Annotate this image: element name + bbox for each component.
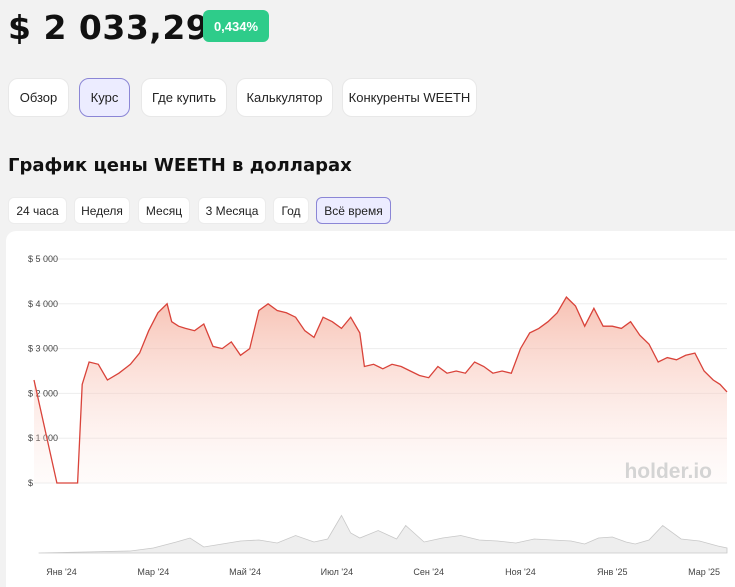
period-all-time[interactable]: Всё время: [316, 197, 391, 224]
tab-overview[interactable]: Обзор: [8, 78, 69, 117]
chart-card: [6, 231, 735, 587]
price-change-badge: 0,434%: [203, 10, 269, 42]
tab-rate[interactable]: Курс: [79, 78, 130, 117]
period-year[interactable]: Год: [273, 197, 309, 224]
period-3-months[interactable]: 3 Месяца: [198, 197, 266, 224]
tab-calculator[interactable]: Калькулятор: [236, 78, 333, 117]
current-price: $ 2 033,29: [8, 8, 210, 47]
tab-competitors[interactable]: Конкуренты WEETH: [342, 78, 477, 117]
period-24h[interactable]: 24 часа: [8, 197, 67, 224]
period-month[interactable]: Месяц: [138, 197, 190, 224]
chart-section-title: График цены WEETH в долларах: [8, 155, 352, 176]
tab-where-to-buy[interactable]: Где купить: [141, 78, 227, 117]
period-week[interactable]: Неделя: [74, 197, 130, 224]
